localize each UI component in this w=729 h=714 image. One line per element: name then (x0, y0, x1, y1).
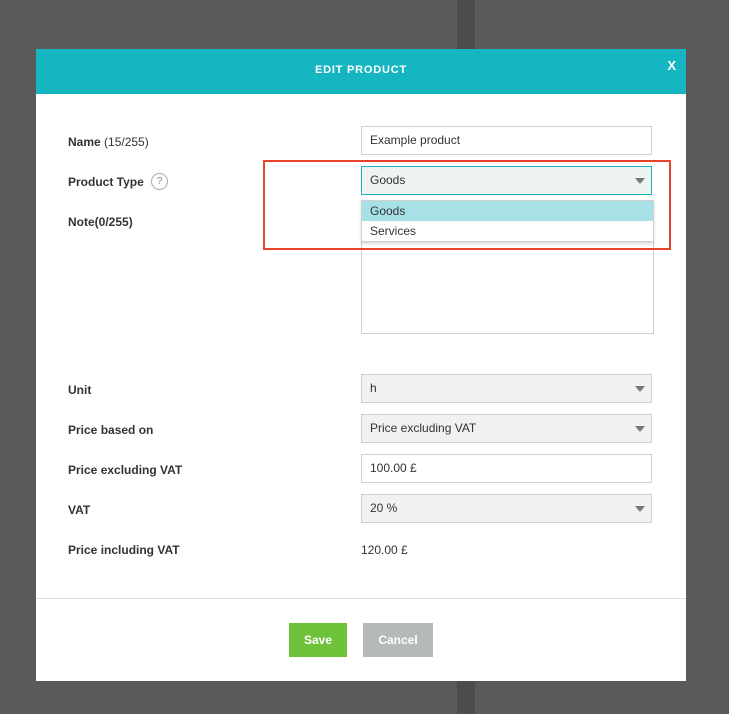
vat-value: 20 % (370, 501, 398, 515)
price-based-on-value: Price excluding VAT (370, 421, 477, 435)
chevron-down-icon (635, 506, 645, 512)
modal-title: EDIT PRODUCT (314, 64, 408, 76)
chevron-down-icon (635, 426, 645, 432)
price-excl-vat-label: Price excluding VAT (68, 463, 183, 477)
product-type-dropdown: Goods Services (361, 200, 654, 242)
unit-select[interactable]: h (361, 374, 652, 403)
product-type-select[interactable]: Goods (361, 166, 652, 195)
name-input[interactable]: Example product (361, 126, 652, 155)
vat-select[interactable]: 20 % (361, 494, 652, 523)
chevron-down-icon (635, 178, 645, 184)
name-label: Name (15/255) (68, 135, 149, 149)
vat-label: VAT (68, 503, 91, 517)
note-label: Note(0/255) (68, 215, 133, 229)
price-based-on-select[interactable]: Price excluding VAT (361, 414, 652, 443)
product-type-value: Goods (370, 173, 406, 187)
price-excl-vat-input[interactable]: 100.00 £ (361, 454, 652, 483)
price-incl-vat-label: Price including VAT (68, 543, 180, 557)
price-based-on-label: Price based on (68, 423, 154, 437)
dropdown-option-goods[interactable]: Goods (362, 201, 653, 221)
dropdown-option-services[interactable]: Services (362, 221, 653, 241)
name-label-text: Name (68, 135, 101, 149)
chevron-down-icon (635, 386, 645, 392)
name-char-count: (15/255) (104, 135, 149, 149)
unit-value: h (370, 381, 377, 395)
divider (36, 598, 686, 599)
close-icon[interactable]: X (667, 59, 676, 73)
edit-product-modal: EDIT PRODUCT X Name (15/255) Example pro… (36, 49, 686, 681)
save-button[interactable]: Save (289, 623, 347, 657)
cancel-button[interactable]: Cancel (363, 623, 433, 657)
modal-header: EDIT PRODUCT X (36, 49, 686, 94)
note-textarea[interactable] (361, 227, 654, 334)
unit-label: Unit (68, 383, 92, 397)
help-icon[interactable]: ? (151, 173, 168, 190)
price-incl-vat-value: 120.00 £ (361, 543, 408, 557)
product-type-label: Product Type (68, 175, 144, 189)
